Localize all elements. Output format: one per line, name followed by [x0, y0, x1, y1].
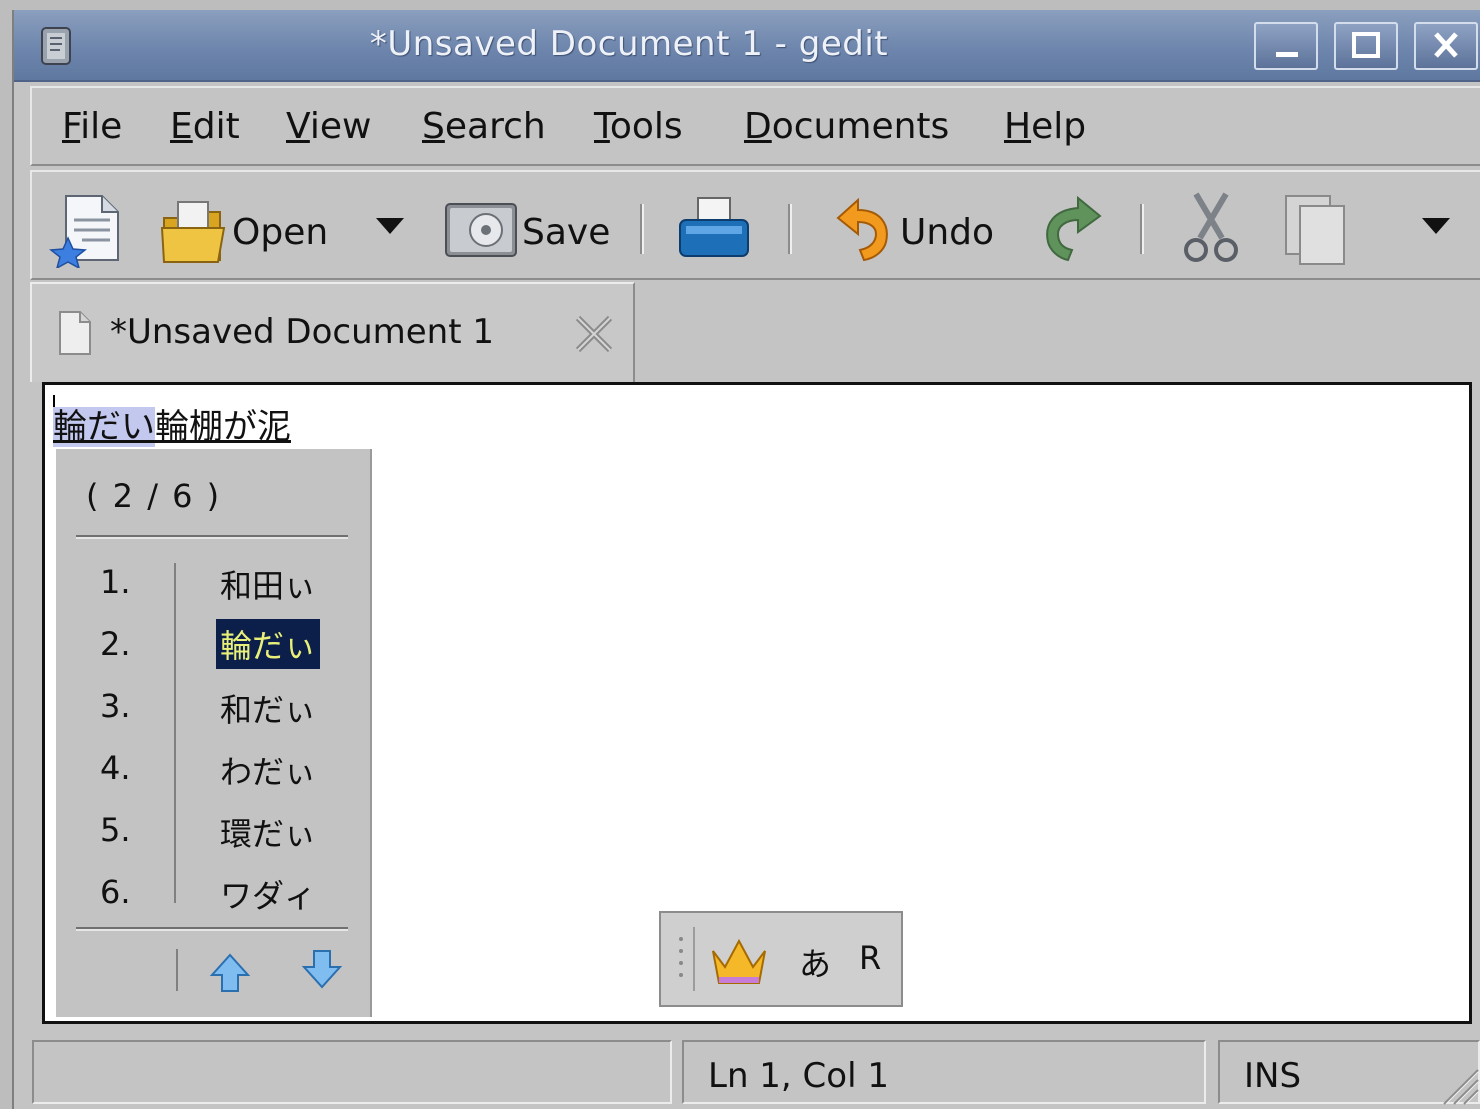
toolbar-separator [788, 204, 792, 254]
ime-candidate-window: ( 2 / 6 ) 1. 和田ぃ 2. 輪だぃ 3. 和だぃ 4. わだぃ 5.… [56, 449, 372, 1017]
candidate-divider [76, 535, 348, 539]
candidate-item[interactable]: 和田ぃ [216, 559, 320, 609]
preedit-rest-segment: 輪棚が泥 [155, 407, 291, 447]
menu-view[interactable]: View [286, 106, 371, 147]
candidate-item[interactable]: わだぃ [216, 745, 320, 795]
crown-icon[interactable] [707, 933, 771, 989]
preedit-selected-segment: 輪だい [53, 407, 155, 447]
candidate-number: 3. [100, 687, 131, 725]
input-mode-toggle[interactable]: あ [799, 939, 831, 985]
status-message-area [32, 1040, 672, 1104]
menu-bar: File Edit View Search Tools Documents He… [30, 86, 1480, 166]
toolbar: Open Save Undo [30, 170, 1480, 280]
dropdown-arrow-icon [376, 218, 404, 234]
candidate-page-indicator: ( 2 / 6 ) [86, 477, 222, 515]
tab-unsaved-document-1[interactable]: *Unsaved Document 1 [30, 282, 635, 382]
candidate-item[interactable]: 和だぃ [216, 683, 320, 733]
status-bar: Ln 1, Col 1 INS [30, 1034, 1480, 1109]
copy-button [1276, 188, 1356, 268]
close-button[interactable] [1414, 22, 1478, 70]
undo-label: Undo [900, 212, 995, 253]
menu-edit[interactable]: Edit [170, 106, 240, 147]
romaji-toggle[interactable]: R [859, 939, 881, 977]
text-editor[interactable]: 輪だい輪棚が泥 ( 2 / 6 ) 1. 和田ぃ 2. 輪だぃ 3. 和だぃ 4… [42, 382, 1472, 1024]
print-button[interactable] [674, 188, 754, 268]
candidate-column-divider [174, 563, 176, 903]
save-button[interactable]: Save [442, 188, 622, 268]
tab-close-icon[interactable] [572, 312, 616, 356]
save-disk-icon [445, 203, 517, 257]
toolbar-separator [640, 204, 644, 254]
drag-handle[interactable] [671, 927, 695, 991]
candidate-number: 2. [100, 625, 131, 663]
candidate-nav-divider [176, 949, 178, 991]
window-title: *Unsaved Document 1 - gedit [369, 24, 889, 64]
document-icon [59, 311, 91, 355]
candidate-item[interactable]: 環だぃ [216, 807, 320, 857]
page-down-icon[interactable] [300, 947, 344, 991]
new-document-icon [49, 195, 119, 270]
open-label: Open [232, 212, 329, 253]
menu-search[interactable]: Search [422, 106, 546, 147]
candidate-item[interactable]: ワダィ [216, 869, 320, 919]
insert-mode: INS [1244, 1056, 1302, 1096]
page-up-icon[interactable] [208, 951, 252, 995]
candidate-number: 6. [100, 873, 131, 911]
undo-button[interactable]: Undo [828, 188, 1008, 268]
preedit-text: 輪だい輪棚が泥 [53, 399, 291, 448]
maximize-icon [1352, 32, 1380, 58]
cursor-position: Ln 1, Col 1 [708, 1056, 889, 1096]
tab-label: *Unsaved Document 1 [110, 312, 494, 352]
maximize-button[interactable] [1334, 22, 1398, 70]
toolbar-separator [1140, 204, 1144, 254]
gedit-window: *Unsaved Document 1 - gedit File Edit Vi… [12, 10, 1480, 1109]
toolbar-overflow-button[interactable] [1418, 212, 1454, 242]
cursor-position-cell: Ln 1, Col 1 [682, 1040, 1206, 1104]
print-icon [679, 197, 749, 257]
menu-help[interactable]: Help [1004, 106, 1086, 147]
candidate-divider [76, 927, 348, 931]
document-tabs: *Unsaved Document 1 [30, 282, 1480, 382]
resize-grip-icon[interactable] [1436, 1062, 1480, 1106]
candidate-number: 1. [100, 563, 131, 601]
overflow-arrow-icon [1422, 218, 1450, 234]
candidate-number: 4. [100, 749, 131, 787]
candidate-item-active[interactable]: 輪だぃ [216, 619, 321, 669]
undo-icon [836, 197, 888, 262]
save-label: Save [522, 212, 611, 253]
copy-icon [1285, 195, 1345, 265]
new-button[interactable] [48, 188, 132, 270]
menu-tools[interactable]: Tools [594, 106, 683, 147]
menu-file[interactable]: File [62, 106, 122, 147]
close-icon [1434, 32, 1458, 58]
open-recent-dropdown[interactable] [372, 212, 408, 242]
minimize-icon [1276, 52, 1298, 57]
menu-documents[interactable]: Documents [744, 106, 949, 147]
redo-button [1032, 188, 1112, 268]
open-folder-icon [160, 201, 226, 263]
title-bar[interactable]: *Unsaved Document 1 - gedit [14, 10, 1480, 82]
candidate-number: 5. [100, 811, 131, 849]
minimize-button[interactable] [1254, 22, 1318, 70]
ime-status-bar[interactable]: あ R [659, 911, 903, 1007]
cut-button [1172, 188, 1252, 268]
open-button[interactable]: Open [158, 188, 358, 268]
cut-icon [1184, 192, 1238, 262]
redo-icon [1046, 195, 1102, 262]
